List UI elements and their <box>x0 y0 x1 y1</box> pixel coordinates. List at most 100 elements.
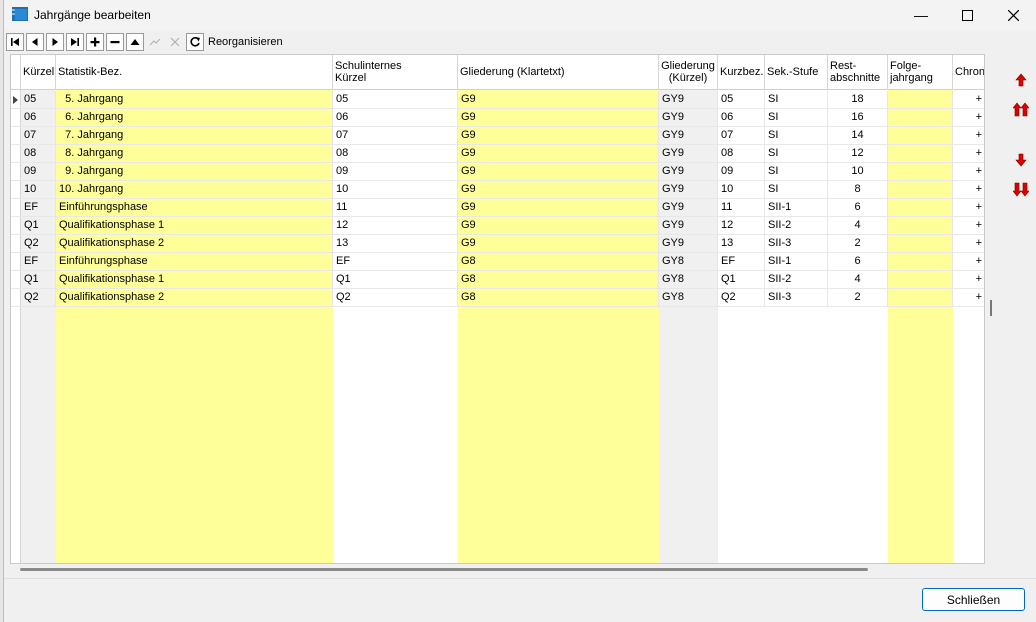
move-to-bottom-button[interactable] <box>1012 179 1030 199</box>
cell-chrono[interactable]: + <box>953 199 984 217</box>
cell-chrono[interactable]: + <box>953 145 984 163</box>
cell-rest[interactable]: 8 <box>828 181 888 199</box>
cell-gliederung-kuerzel[interactable]: GY9 <box>659 199 718 217</box>
cell-statistik[interactable]: Einführungsphase <box>56 199 333 217</box>
header-schulintern[interactable]: Schulinternes Kürzel <box>333 55 458 90</box>
cell-kurzbez[interactable]: 05 <box>718 91 765 109</box>
cell-kuerzel[interactable]: 10 <box>21 181 56 199</box>
cell-schulintern[interactable]: 13 <box>333 235 458 253</box>
cell-gliederung-text[interactable]: G8 <box>458 271 659 289</box>
cell-chrono[interactable]: + <box>953 181 984 199</box>
close-window-button[interactable] <box>990 0 1036 30</box>
cell-sekstufe[interactable]: SII-3 <box>765 235 828 253</box>
move-down-button[interactable] <box>1012 150 1030 170</box>
cell-gliederung-kuerzel[interactable]: GY9 <box>659 91 718 109</box>
cell-rest[interactable]: 10 <box>828 163 888 181</box>
cell-kuerzel[interactable]: Q1 <box>21 217 56 235</box>
post-record-button[interactable] <box>146 33 164 51</box>
cell-sekstufe[interactable]: SII-3 <box>765 289 828 307</box>
cell-kuerzel[interactable]: EF <box>21 253 56 271</box>
cell-kuerzel[interactable]: 05 <box>21 91 56 109</box>
cell-folge[interactable] <box>888 271 953 289</box>
cell-chrono[interactable]: + <box>953 127 984 145</box>
cell-statistik[interactable]: 7. Jahrgang <box>56 127 333 145</box>
cell-sekstufe[interactable]: SII-1 <box>765 199 828 217</box>
table-row[interactable]: 05 5. Jahrgang 05 G9 GY9 05 SI 18 + <box>11 91 984 109</box>
cell-schulintern[interactable]: EF <box>333 253 458 271</box>
header-folge[interactable]: Folge- jahrgang <box>888 55 953 90</box>
cell-gliederung-kuerzel[interactable]: GY9 <box>659 217 718 235</box>
table-row[interactable]: Q2 Qualifikationsphase 2 13 G9 GY9 13 SII-3 2 + <box>11 235 984 253</box>
cell-folge[interactable] <box>888 91 953 109</box>
prior-record-button[interactable] <box>26 33 44 51</box>
cell-kurzbez[interactable]: 08 <box>718 145 765 163</box>
cell-gliederung-text[interactable]: G8 <box>458 253 659 271</box>
cell-gliederung-text[interactable]: G9 <box>458 91 659 109</box>
cell-sekstufe[interactable]: SI <box>765 163 828 181</box>
reorganize-button[interactable]: Reorganisieren <box>208 36 283 48</box>
cell-schulintern[interactable]: 11 <box>333 199 458 217</box>
move-to-top-button[interactable] <box>1012 100 1030 120</box>
close-button[interactable]: Schließen <box>922 588 1025 611</box>
cell-kuerzel[interactable]: 07 <box>21 127 56 145</box>
cell-gliederung-text[interactable]: G9 <box>458 109 659 127</box>
cell-kurzbez[interactable]: 09 <box>718 163 765 181</box>
maximize-button[interactable] <box>944 0 990 30</box>
cell-gliederung-kuerzel[interactable]: GY8 <box>659 253 718 271</box>
cell-gliederung-text[interactable]: G9 <box>458 235 659 253</box>
move-up-button[interactable] <box>1012 70 1030 90</box>
cell-rest[interactable]: 12 <box>828 145 888 163</box>
cell-kuerzel[interactable]: 06 <box>21 109 56 127</box>
header-chrono[interactable]: Chrono <box>953 55 984 90</box>
cell-statistik[interactable]: 10. Jahrgang <box>56 181 333 199</box>
cell-gliederung-kuerzel[interactable]: GY8 <box>659 289 718 307</box>
cell-schulintern[interactable]: 12 <box>333 217 458 235</box>
cell-schulintern[interactable]: Q2 <box>333 289 458 307</box>
cell-gliederung-kuerzel[interactable]: GY9 <box>659 181 718 199</box>
cell-sekstufe[interactable]: SI <box>765 127 828 145</box>
cell-folge[interactable] <box>888 217 953 235</box>
cell-gliederung-text[interactable]: G8 <box>458 289 659 307</box>
cell-statistik[interactable]: Qualifikationsphase 2 <box>56 235 333 253</box>
cell-gliederung-text[interactable]: G9 <box>458 127 659 145</box>
cell-chrono[interactable]: + <box>953 271 984 289</box>
cell-gliederung-text[interactable]: G9 <box>458 217 659 235</box>
cell-kurzbez[interactable]: 11 <box>718 199 765 217</box>
cell-schulintern[interactable]: 05 <box>333 91 458 109</box>
header-kuerzel[interactable]: Kürzel <box>21 55 56 90</box>
cell-sekstufe[interactable]: SI <box>765 109 828 127</box>
cell-sekstufe[interactable]: SII-2 <box>765 271 828 289</box>
cell-gliederung-text[interactable]: G9 <box>458 163 659 181</box>
cell-schulintern[interactable]: 10 <box>333 181 458 199</box>
cell-kurzbez[interactable]: 07 <box>718 127 765 145</box>
cell-gliederung-text[interactable]: G9 <box>458 145 659 163</box>
cell-rest[interactable]: 6 <box>828 253 888 271</box>
cell-folge[interactable] <box>888 289 953 307</box>
cell-schulintern[interactable]: 08 <box>333 145 458 163</box>
cell-chrono[interactable]: + <box>953 235 984 253</box>
cell-rest[interactable]: 16 <box>828 109 888 127</box>
table-row[interactable]: 06 6. Jahrgang 06 G9 GY9 06 SI 16 + <box>11 109 984 127</box>
cell-chrono[interactable]: + <box>953 91 984 109</box>
horizontal-scrollbar[interactable] <box>20 568 868 571</box>
cell-folge[interactable] <box>888 235 953 253</box>
cell-kurzbez[interactable]: 13 <box>718 235 765 253</box>
cell-kuerzel[interactable]: 09 <box>21 163 56 181</box>
first-record-button[interactable] <box>6 33 24 51</box>
header-sekstufe[interactable]: Sek.-Stufe <box>765 55 828 90</box>
cell-sekstufe[interactable]: SII-2 <box>765 217 828 235</box>
cell-folge[interactable] <box>888 109 953 127</box>
cell-gliederung-kuerzel[interactable]: GY9 <box>659 235 718 253</box>
cell-rest[interactable]: 6 <box>828 199 888 217</box>
cell-kurzbez[interactable]: EF <box>718 253 765 271</box>
cell-sekstufe[interactable]: SI <box>765 145 828 163</box>
table-row[interactable]: EF Einführungsphase 11 G9 GY9 11 SII-1 6 + <box>11 199 984 217</box>
cell-kurzbez[interactable]: Q1 <box>718 271 765 289</box>
cell-rest[interactable]: 2 <box>828 289 888 307</box>
cell-statistik[interactable]: 5. Jahrgang <box>56 91 333 109</box>
cell-folge[interactable] <box>888 181 953 199</box>
cell-kurzbez[interactable]: 12 <box>718 217 765 235</box>
cell-statistik[interactable]: 6. Jahrgang <box>56 109 333 127</box>
cell-kuerzel[interactable]: Q2 <box>21 289 56 307</box>
cell-chrono[interactable]: + <box>953 217 984 235</box>
